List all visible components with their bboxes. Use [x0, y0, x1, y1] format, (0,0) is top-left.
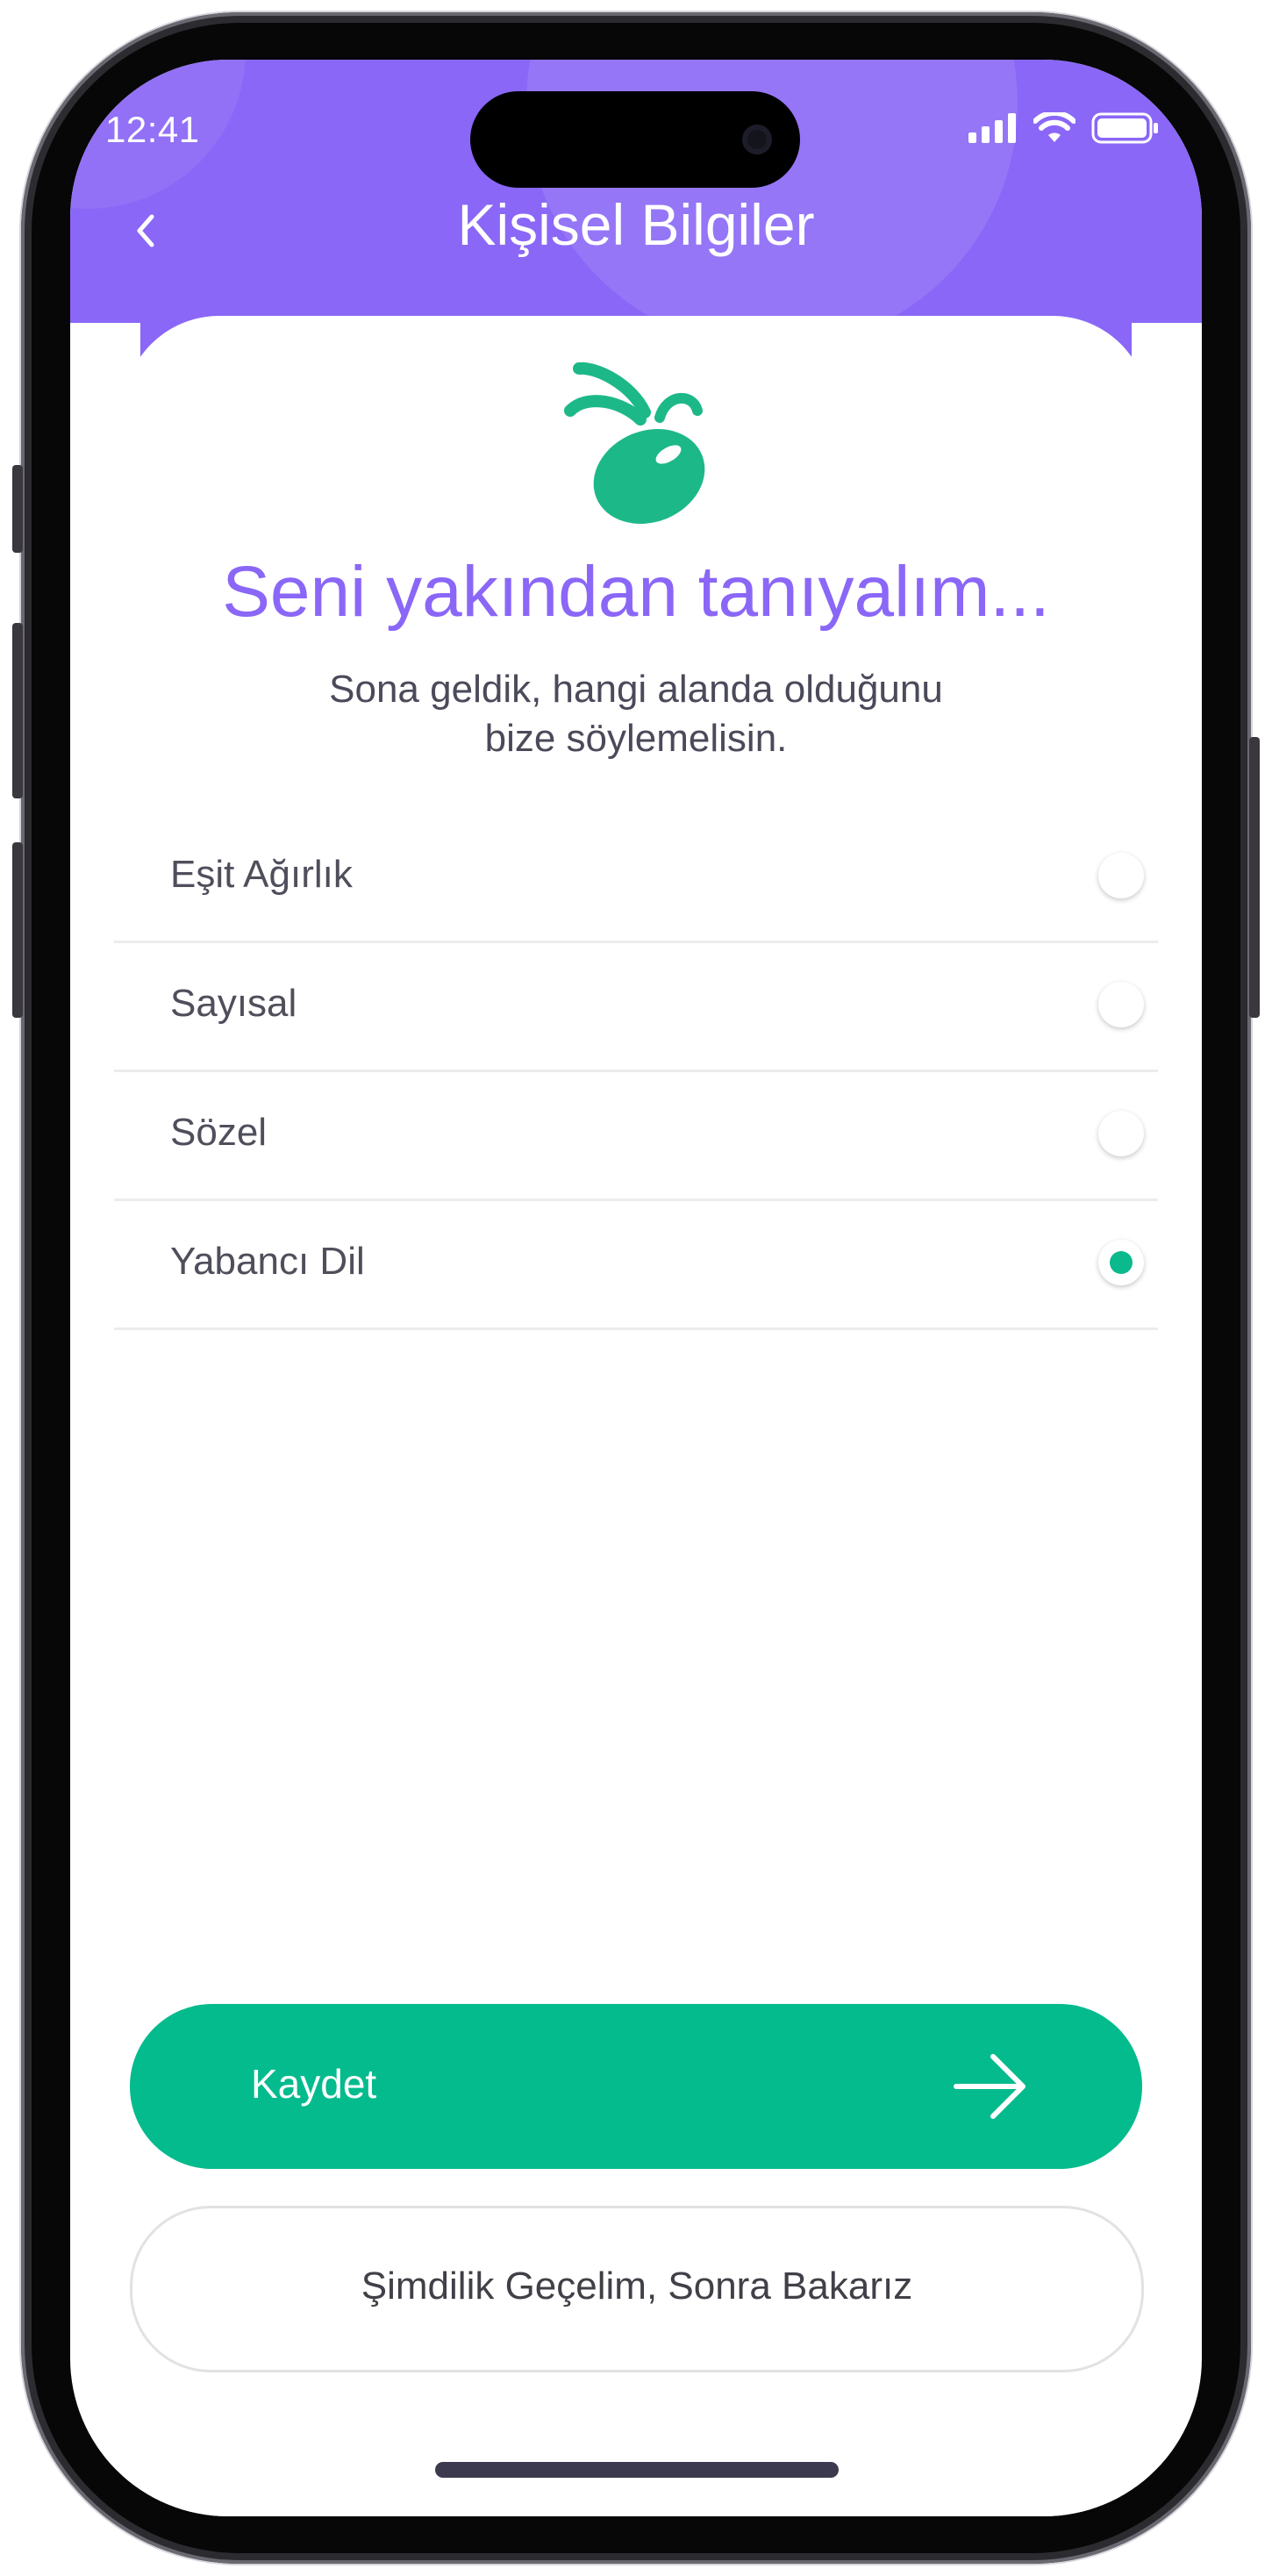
subtitle-line: Sona geldik, hangi alanda olduğunu: [329, 668, 943, 711]
option-yabanci-dil[interactable]: Yabancı Dil: [114, 1201, 1158, 1330]
option-sayisal[interactable]: Sayısal: [114, 943, 1158, 1072]
signal-icon: [968, 113, 1016, 143]
subtitle-line: bize söylemelisin.: [484, 717, 788, 760]
headline: Seni yakından tanıyalım...: [222, 552, 1050, 632]
option-esit-agirlik[interactable]: Eşit Ağırlık: [114, 814, 1158, 943]
status-time: 12:41: [105, 109, 200, 150]
option-label: Sözel: [170, 1111, 268, 1154]
page-title: Kişisel Bilgiler: [457, 192, 815, 257]
wifi-icon: [1033, 112, 1075, 142]
save-button-label: Kaydet: [251, 2061, 377, 2107]
battery-icon: [1091, 112, 1158, 144]
volume-up-button: [12, 623, 23, 798]
mute-switch: [12, 465, 23, 553]
radio-button[interactable]: [1098, 853, 1144, 898]
option-sozel[interactable]: Sözel: [114, 1072, 1158, 1201]
subtitle: Sona geldik, hangi alanda olduğunu bize …: [263, 665, 1009, 763]
power-button: [1249, 737, 1260, 1018]
content-card: [123, 316, 1149, 2516]
home-indicator[interactable]: [435, 2462, 839, 2478]
volume-down-button: [12, 842, 23, 1018]
option-label: Eşit Ağırlık: [170, 853, 353, 896]
app-screen: 12:41 Kişisel Bilgiler Seni yakından tan…: [70, 60, 1202, 2516]
radio-button[interactable]: [1098, 1111, 1144, 1156]
radio-button[interactable]: [1098, 982, 1144, 1027]
skip-button-label: Şimdilik Geçelim, Sonra Bakarız: [361, 2265, 913, 2308]
sprout-logo-icon: [564, 361, 705, 525]
arrow-right-icon: [954, 2054, 1025, 2119]
field-options: Eşit Ağırlık Sayısal Sözel Yabancı Dil: [114, 814, 1158, 1330]
status-icons: [968, 112, 1160, 144]
option-label: Yabancı Dil: [170, 1240, 365, 1283]
skip-button[interactable]: Şimdilik Geçelim, Sonra Bakarız: [130, 2206, 1144, 2372]
radio-button-selected[interactable]: [1098, 1240, 1144, 1285]
radio-selected-dot: [1110, 1251, 1133, 1274]
option-label: Sayısal: [170, 982, 297, 1025]
save-button[interactable]: Kaydet: [130, 2004, 1142, 2169]
front-camera: [742, 125, 772, 154]
